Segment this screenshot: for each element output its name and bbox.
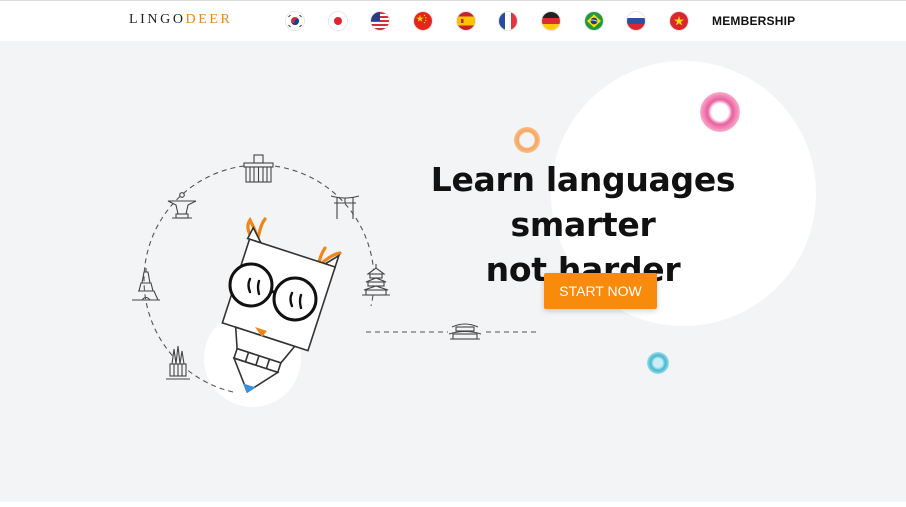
french-flag-icon[interactable] [499,12,517,30]
start-now-button[interactable]: START NOW [544,273,657,309]
top-navigation-bar: LINGODEER MEMBERSHIP [0,0,906,41]
bottom-strip [0,502,906,507]
english-us-flag-icon[interactable] [371,12,389,30]
japanese-flag-icon[interactable] [329,12,347,30]
decorative-pink-ring [700,92,740,132]
russian-flag-icon[interactable] [627,12,645,30]
portuguese-brazil-flag-icon[interactable] [585,12,603,30]
owl-mascot-icon [221,216,342,394]
logo-text-lingo: LINGO [129,12,186,27]
vietnamese-flag-icon[interactable] [670,12,688,30]
korean-flag-icon[interactable] [286,12,304,30]
headline-line-1: Learn languages smarter [430,160,736,244]
torii-gate-icon [330,195,360,219]
korean-palace-icon [448,323,482,340]
brandenburg-gate-icon [243,154,274,183]
sagrada-familia-icon [166,345,190,380]
chinese-flag-icon[interactable] [414,12,432,30]
spanish-flag-icon[interactable] [457,12,475,30]
german-flag-icon[interactable] [542,12,560,30]
logo-text-deer: DEER [185,12,233,27]
hero-headline: Learn languages smarter not harder [370,157,796,292]
decorative-teal-ring [647,352,669,374]
membership-link[interactable]: MEMBERSHIP [712,14,795,28]
lingodeer-logo[interactable]: LINGODEER [129,12,233,28]
eiffel-tower-icon [132,268,160,301]
